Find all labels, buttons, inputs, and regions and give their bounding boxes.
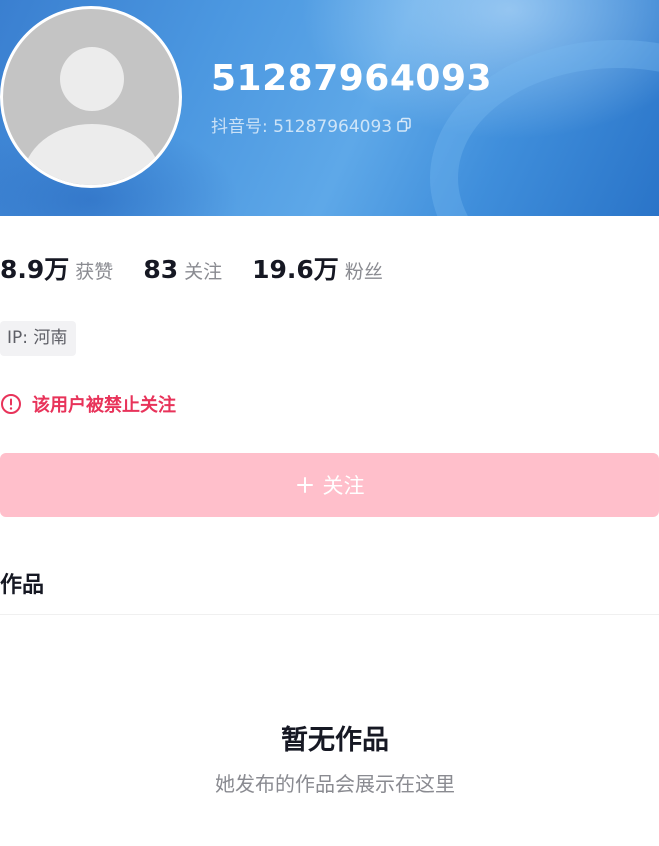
- followers-count: 19.6万: [252, 255, 339, 284]
- likes-stat[interactable]: 8.9万 获赞: [0, 250, 113, 286]
- display-name: 51287964093: [211, 58, 493, 99]
- followers-stat[interactable]: 19.6万 粉丝: [252, 250, 383, 286]
- plus-icon: [296, 477, 313, 493]
- default-avatar-body: [23, 124, 161, 185]
- tab-works[interactable]: 作品: [0, 567, 44, 599]
- following-stat[interactable]: 83 关注: [143, 255, 222, 284]
- follow-button[interactable]: 关注: [0, 453, 659, 517]
- default-avatar-head: [60, 47, 124, 111]
- divider: [0, 614, 659, 615]
- likes-count: 8.9万: [0, 255, 70, 284]
- alert-circle-icon: [1, 394, 21, 414]
- copy-icon[interactable]: [396, 117, 412, 133]
- profile-stats: 8.9万 获赞 83 关注 19.6万 粉丝: [0, 250, 383, 286]
- empty-state-subtitle: 她发布的作品会展示在这里: [215, 772, 455, 796]
- following-count: 83: [143, 255, 179, 284]
- empty-state-title: 暂无作品: [281, 725, 389, 756]
- followers-label: 粉丝: [344, 261, 383, 283]
- following-label: 关注: [184, 261, 223, 283]
- follow-banned-warning: 该用户被禁止关注: [0, 391, 176, 417]
- avatar[interactable]: [0, 6, 182, 188]
- likes-label: 获赞: [75, 261, 114, 283]
- ip-location-tag: IP: 河南: [0, 321, 77, 356]
- warning-text: 该用户被禁止关注: [32, 395, 176, 416]
- douyin-id-row[interactable]: 抖音号: 51287964093: [211, 112, 412, 137]
- douyin-id-text: 抖音号: 51287964093: [211, 117, 393, 137]
- profile-header: 51287964093 抖音号: 51287964093: [0, 0, 659, 216]
- follow-button-label: 关注: [322, 474, 365, 498]
